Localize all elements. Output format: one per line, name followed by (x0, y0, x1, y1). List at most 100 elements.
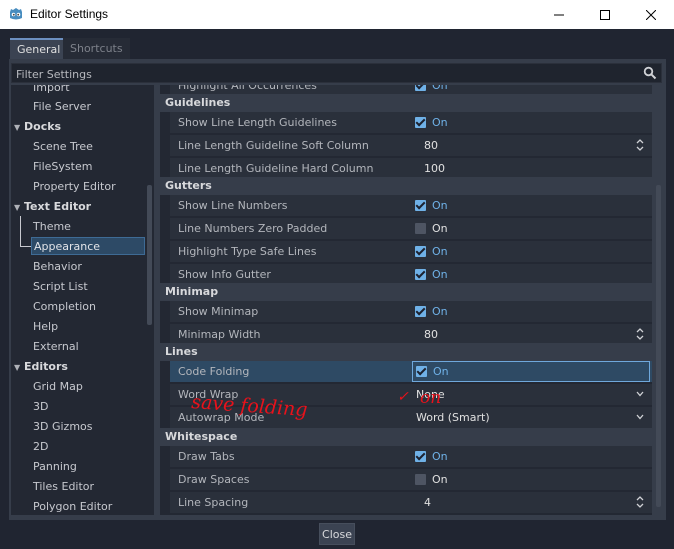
number-value: 80 (424, 328, 438, 341)
checkbox-checked-icon[interactable] (415, 451, 426, 462)
checkbox-checked-icon[interactable] (415, 269, 426, 280)
setting-value[interactable]: On (412, 241, 650, 262)
setting-label: Draw Tabs (178, 450, 235, 463)
minimize-button[interactable] (536, 0, 582, 29)
setting-row-show-line-numbers[interactable]: Show Line Numbers On (170, 195, 652, 216)
select-field[interactable]: Word (Smart) (412, 407, 650, 428)
checkbox-value-text: On (432, 245, 448, 258)
setting-row-draw-tabs[interactable]: Draw Tabs On (170, 446, 652, 467)
section-guidelines[interactable]: Guidelines (160, 94, 652, 112)
window-close-button[interactable] (628, 0, 674, 29)
checkbox-checked-icon[interactable] (415, 200, 426, 211)
tree-item-panning[interactable]: Panning (33, 458, 77, 476)
spinner-icon[interactable] (636, 138, 644, 152)
number-field[interactable]: 4 (412, 492, 650, 513)
number-field[interactable]: 100 (412, 158, 650, 179)
setting-row-highlight-type-safe-lines[interactable]: Highlight Type Safe Lines On (170, 241, 652, 262)
spinner-icon[interactable] (636, 327, 644, 341)
settings-scrollbar[interactable] (656, 185, 661, 507)
setting-row-code-folding[interactable]: Code Folding On (170, 361, 652, 382)
number-value: 100 (424, 162, 445, 175)
setting-label: Highlight Type Safe Lines (178, 245, 317, 258)
spinner-icon[interactable] (636, 495, 644, 509)
tree-item-file-server[interactable]: File Server (33, 98, 91, 116)
setting-row-hard-column[interactable]: Line Length Guideline Hard Column 100 (170, 158, 652, 179)
minimize-icon (554, 14, 564, 15)
select-field[interactable]: None (412, 384, 650, 405)
checkbox-checked-icon[interactable] (415, 306, 426, 317)
tree-item-completion[interactable]: Completion (33, 298, 96, 316)
window-title: Editor Settings (30, 7, 109, 21)
tab-general[interactable]: General (10, 38, 68, 59)
section-whitespace[interactable]: Whitespace (160, 428, 652, 446)
tree-item-polygon-editor[interactable]: Polygon Editor (33, 498, 112, 515)
tree-item-import[interactable]: Import (33, 85, 70, 97)
tree-item-help[interactable]: Help (33, 318, 58, 336)
setting-row-show-minimap[interactable]: Show Minimap On (170, 301, 652, 322)
section-lines[interactable]: Lines (160, 343, 652, 361)
number-field[interactable]: 80 (412, 324, 650, 345)
tree-item-grid-map[interactable]: Grid Map (33, 378, 83, 396)
filter-settings-input[interactable] (12, 64, 638, 84)
tree-item-theme[interactable]: Theme (33, 218, 71, 236)
setting-value[interactable]: On (412, 112, 650, 133)
chevron-down-icon[interactable]: ▼ (14, 199, 20, 217)
setting-row-line-numbers-zero-padded[interactable]: Line Numbers Zero Padded On (170, 218, 652, 239)
checkbox-unchecked-icon[interactable] (415, 474, 426, 485)
setting-row-soft-column[interactable]: Line Length Guideline Soft Column 80 (170, 135, 652, 156)
setting-value[interactable]: On (412, 446, 650, 467)
chevron-down-icon[interactable] (636, 391, 644, 397)
tree-item-behavior[interactable]: Behavior (33, 258, 82, 276)
maximize-button[interactable] (582, 0, 628, 29)
number-field[interactable]: 80 (412, 135, 650, 156)
tree-scrollbar[interactable] (147, 185, 152, 325)
checkbox-checked-icon[interactable] (415, 85, 426, 91)
godot-logo-icon (10, 8, 22, 20)
tree-item-tiles-editor[interactable]: Tiles Editor (33, 478, 94, 496)
tree-item-filesystem[interactable]: FileSystem (33, 158, 92, 176)
chevron-down-icon[interactable]: ▼ (14, 119, 20, 137)
settings-category-tree[interactable]: Import File Server ▼ Docks Scene Tree Fil… (11, 85, 154, 515)
checkbox-checked-icon[interactable] (415, 117, 426, 128)
close-button[interactable]: Close (319, 523, 355, 545)
setting-value[interactable]: On (412, 218, 650, 239)
tree-item-script-list[interactable]: Script List (33, 278, 88, 296)
tab-shortcuts[interactable]: Shortcuts (63, 38, 130, 59)
tree-category-text-editor[interactable]: ▼ Text Editor (14, 198, 91, 216)
setting-value[interactable]: On (412, 361, 650, 382)
tree-item-scene-tree[interactable]: Scene Tree (33, 138, 93, 156)
tree-item-3d-gizmos[interactable]: 3D Gizmos (33, 418, 93, 436)
setting-row-line-spacing[interactable]: Line Spacing 4 (170, 492, 652, 513)
section-minimap[interactable]: Minimap (160, 283, 652, 301)
setting-row-autowrap-mode[interactable]: Autowrap Mode Word (Smart) (170, 407, 652, 428)
setting-row-show-info-gutter[interactable]: Show Info Gutter On (170, 264, 652, 285)
tree-item-property-editor[interactable]: Property Editor (33, 178, 116, 196)
search-icon[interactable] (643, 66, 657, 80)
tree-item-2d[interactable]: 2D (33, 438, 48, 456)
setting-label: Line Numbers Zero Padded (178, 222, 328, 235)
setting-label: Line Spacing (178, 496, 249, 509)
tree-item-external[interactable]: External (33, 338, 79, 356)
setting-row-draw-spaces[interactable]: Draw Spaces On (170, 469, 652, 490)
tree-item-appearance[interactable]: Appearance (31, 237, 145, 255)
checkbox-unchecked-icon[interactable] (415, 223, 426, 234)
chevron-down-icon[interactable]: ▼ (14, 359, 20, 377)
window-title-bar: Editor Settings (0, 0, 674, 29)
setting-value[interactable]: On (412, 469, 650, 490)
setting-value[interactable]: On (412, 264, 650, 285)
setting-value[interactable]: On (412, 301, 650, 322)
tree-category-editors[interactable]: ▼ Editors (14, 358, 68, 376)
setting-label: Draw Spaces (178, 473, 250, 486)
setting-row-word-wrap[interactable]: Word Wrap None (170, 384, 652, 405)
settings-inspector[interactable]: Highlight All Occurrences On Guidelines … (160, 85, 652, 515)
setting-row-show-line-length-guidelines[interactable]: Show Line Length Guidelines On (170, 112, 652, 133)
tree-item-3d[interactable]: 3D (33, 398, 48, 416)
setting-label: Line Length Guideline Hard Column (178, 162, 374, 175)
setting-row-minimap-width[interactable]: Minimap Width 80 (170, 324, 652, 345)
setting-value[interactable]: On (412, 195, 650, 216)
chevron-down-icon[interactable] (636, 414, 644, 420)
section-gutters[interactable]: Gutters (160, 177, 652, 195)
checkbox-checked-icon[interactable] (415, 246, 426, 257)
tree-category-docks[interactable]: ▼ Docks (14, 118, 61, 136)
checkbox-checked-icon[interactable] (416, 366, 427, 377)
